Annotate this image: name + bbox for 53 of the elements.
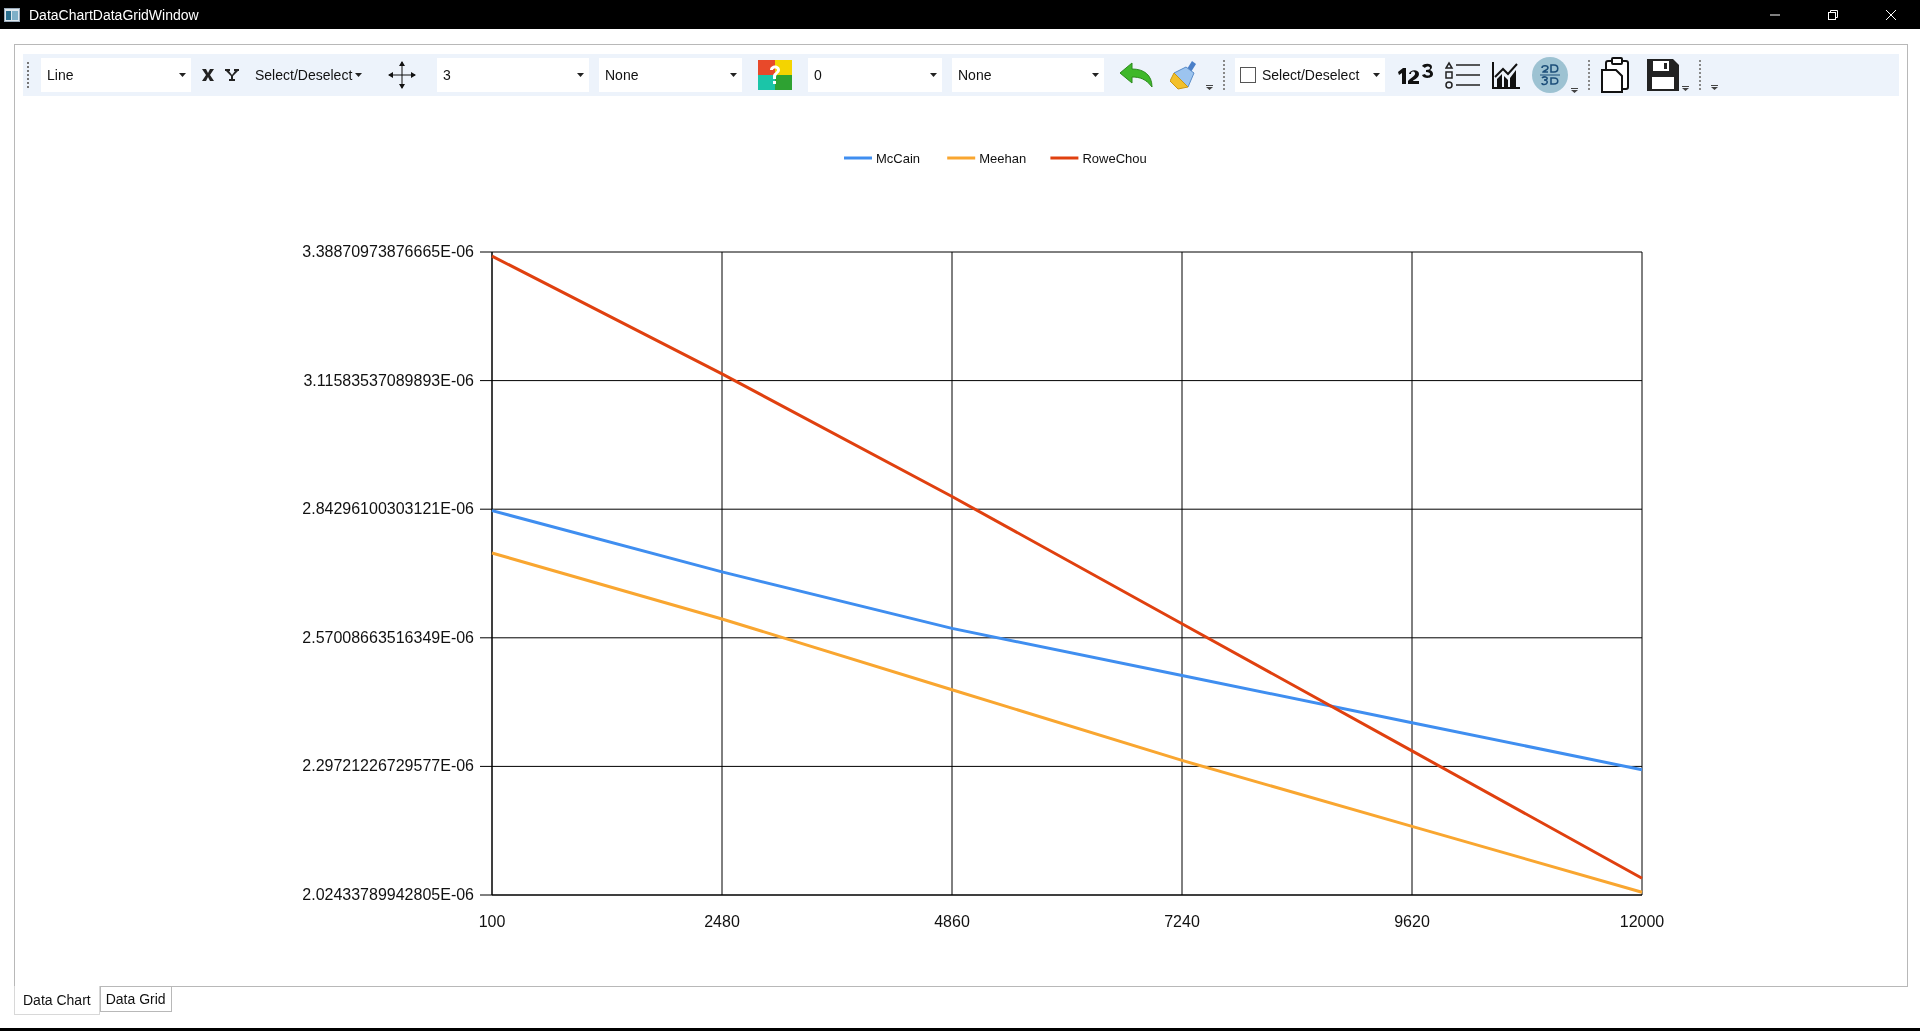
marker-style-dropdown[interactable]: None — [599, 58, 742, 92]
legend-item: RoweChou — [1050, 151, 1147, 166]
dropdown-arrow-icon[interactable] — [1682, 86, 1689, 91]
legend-label: Meehan — [979, 151, 1027, 166]
series-selection-dropdown[interactable]: Select/Deselect — [1235, 58, 1385, 92]
y-axis-label: 3.11583537089893E-06 — [303, 371, 474, 389]
legend-label: RoweChou — [1082, 151, 1147, 166]
caret-icon[interactable] — [179, 73, 186, 77]
list-icon[interactable] — [1445, 61, 1481, 89]
window-title: DataChartDataGridWindow — [29, 6, 199, 23]
toolbar-overflow-icon[interactable] — [1711, 85, 1718, 90]
series-selection-label: Select/Deselect — [1262, 67, 1360, 83]
caret-icon[interactable] — [730, 73, 737, 77]
caret-icon[interactable] — [1092, 73, 1099, 77]
y-axis-label: 2.29721226729577E-06 — [302, 757, 474, 775]
tab[interactable]: Data Grid — [99, 987, 172, 1012]
chart-icon[interactable] — [1491, 61, 1521, 89]
label-style-dropdown[interactable]: None — [952, 58, 1104, 92]
legend-item: Meehan — [947, 151, 1027, 166]
y-axis-label: 3.38870973876665E-06 — [302, 243, 474, 260]
window-icon — [4, 7, 20, 22]
palette-help-icon[interactable] — [758, 60, 792, 90]
palette-index-dropdown[interactable]: 0 — [808, 58, 942, 92]
x-axis-label: 4860 — [934, 913, 970, 930]
chart-type-dropdown[interactable]: Line — [41, 58, 191, 92]
caret-icon[interactable] — [355, 73, 362, 77]
y-axis-icon[interactable] — [225, 68, 239, 82]
save-icon[interactable] — [1646, 58, 1680, 92]
x-axis-label: 100 — [478, 913, 506, 930]
move-icon[interactable] — [387, 60, 417, 90]
x-axis-label: 2480 — [704, 913, 740, 930]
dropdown-arrow-icon[interactable] — [1571, 88, 1578, 93]
undo-arrow-icon[interactable] — [1118, 61, 1156, 89]
x-axis-icon[interactable] — [201, 68, 215, 82]
caret-icon[interactable] — [577, 73, 584, 77]
y-axis-label: 2.84296100303121E-06 — [302, 500, 474, 518]
toolbar-grip[interactable] — [27, 62, 31, 88]
caret-icon[interactable] — [930, 73, 937, 77]
x-axis-label: 9620 — [1394, 913, 1430, 930]
dropdown-arrow-icon[interactable] — [1206, 85, 1213, 90]
restore-icon[interactable] — [1827, 8, 1839, 21]
caret-icon[interactable] — [1373, 73, 1380, 77]
legend-label: McCain — [876, 151, 921, 166]
y-axis-label: 2.02433789942805E-06 — [302, 886, 474, 903]
x-axis-label: 7240 — [1164, 913, 1200, 930]
tab[interactable]: Data Chart — [14, 986, 100, 1015]
legend-item: McCain — [844, 151, 921, 166]
checkbox[interactable] — [1240, 67, 1256, 83]
2d-3d-icon[interactable] — [1531, 56, 1569, 94]
point-size-dropdown[interactable]: 3 — [437, 58, 589, 92]
y-axis-label: 2.57008663516349E-06 — [302, 628, 474, 646]
close-icon[interactable] — [1885, 8, 1897, 21]
x-axis-label: 12000 — [1619, 913, 1665, 930]
